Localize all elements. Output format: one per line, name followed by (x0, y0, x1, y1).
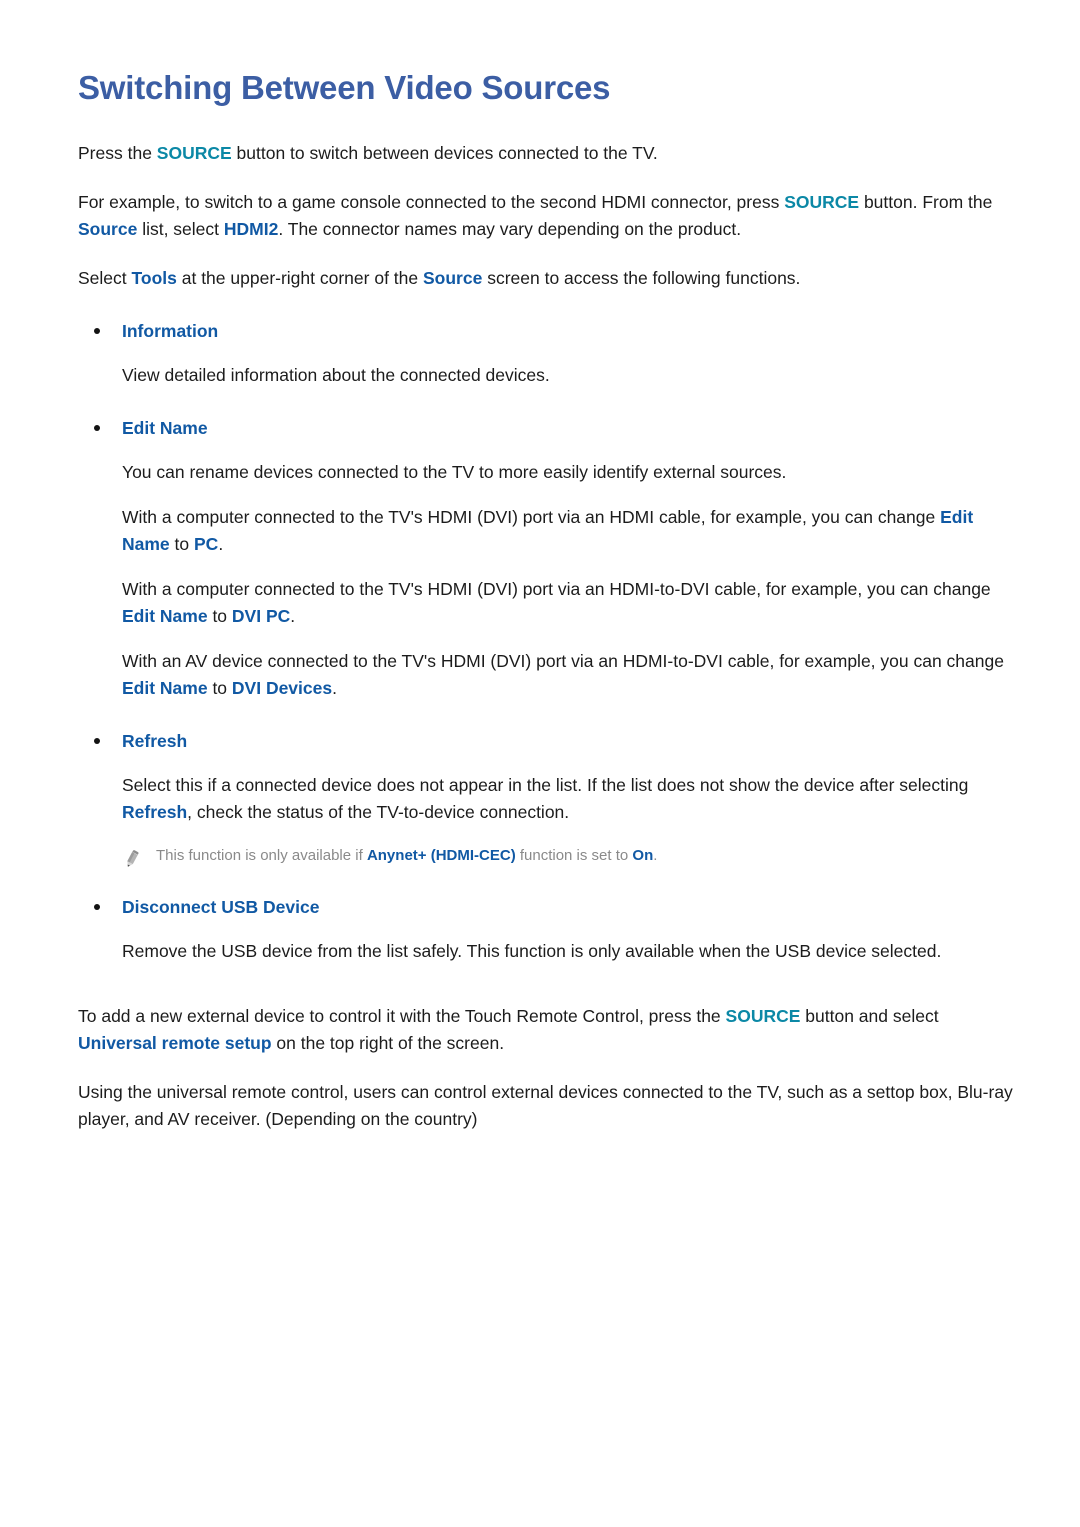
intro-paragraph-3: Select Tools at the upper-right corner o… (78, 243, 1018, 292)
bullet-heading-label: Refresh (122, 731, 188, 751)
edit-name-4-b: to (207, 678, 232, 698)
term-source: SOURCE (156, 143, 232, 163)
list-item: Edit Name You can rename devices connect… (78, 389, 1018, 702)
note-text: This function is only available if Anyne… (156, 847, 657, 864)
term-on: On (632, 847, 654, 864)
term-anynet: Anynet+ (HDMI-CEC) (366, 847, 516, 864)
term-dvi-pc: DVI PC (231, 606, 291, 626)
term-tools: Tools (131, 268, 177, 288)
intro-paragraph-1: Press the SOURCE button to switch betwee… (78, 110, 1018, 167)
refresh-a: Select this if a connected device does n… (122, 775, 969, 795)
term-source: SOURCE (784, 192, 860, 212)
term-edit-name: Edit Name (122, 678, 208, 698)
intro-p2-text-c: list, select (137, 219, 224, 239)
term-source-screen: Source (423, 268, 483, 288)
function-list: Information View detailed information ab… (78, 292, 1018, 965)
note-refresh: This function is only available if Anyne… (78, 826, 1018, 868)
intro-p3-text-b: at the upper-right corner of the (176, 268, 423, 288)
bullet-heading-label: Edit Name (122, 418, 208, 438)
edit-name-2-c: . (218, 534, 224, 554)
note-b: function is set to (515, 847, 633, 864)
bullet-body-edit-name-4: With an AV device connected to the TV's … (78, 630, 1018, 702)
bullet-dot-icon (94, 328, 100, 334)
term-edit-name: Edit Name (122, 606, 208, 626)
list-item: Refresh Select this if a connected devic… (78, 702, 1018, 868)
term-source-list: Source (78, 219, 138, 239)
intro-p1-text-b: button to switch between devices connect… (231, 143, 658, 163)
edit-name-4-a: With an AV device connected to the TV's … (122, 651, 1004, 671)
outro-p1-c: on the top right of the screen. (271, 1033, 505, 1053)
outro-p1-a: To add a new external device to control … (78, 1006, 726, 1026)
edit-name-2-a: With a computer connected to the TV's HD… (122, 507, 941, 527)
intro-paragraph-2: For example, to switch to a game console… (78, 167, 1018, 243)
page-title: Switching Between Video Sources (78, 69, 611, 106)
term-dvi-devices: DVI Devices (231, 678, 333, 698)
intro-p3-text-a: Select (78, 268, 132, 288)
bullet-dot-icon (94, 738, 100, 744)
bullet-heading-disconnect-usb-device: Disconnect USB Device (78, 868, 1018, 920)
pencil-icon (120, 848, 142, 870)
edit-name-3-a: With a computer connected to the TV's HD… (122, 579, 991, 599)
note-c: . (653, 847, 658, 864)
outro-p1-b: button and select (800, 1006, 939, 1026)
bullet-body-edit-name-3: With a computer connected to the TV's HD… (78, 558, 1018, 630)
bullet-body-refresh: Select this if a connected device does n… (78, 754, 1018, 826)
bullet-dot-icon (94, 904, 100, 910)
term-hdmi2: HDMI2 (223, 219, 279, 239)
list-item: Disconnect USB Device Remove the USB dev… (78, 868, 1018, 965)
bullet-heading-edit-name: Edit Name (78, 389, 1018, 441)
intro-p2-text-b: button. From the (859, 192, 993, 212)
edit-name-3-b: to (207, 606, 232, 626)
bullet-body-edit-name-2: With a computer connected to the TV's HD… (78, 486, 1018, 558)
term-pc: PC (194, 534, 219, 554)
bullet-dot-icon (94, 425, 100, 431)
outro-paragraph-1: To add a new external device to control … (78, 981, 1018, 1057)
intro-p1-text-a: Press the (78, 143, 157, 163)
bullet-heading-label: Disconnect USB Device (122, 897, 320, 917)
refresh-b: , check the status of the TV-to-device c… (187, 802, 570, 822)
bullet-body-edit-name-1: You can rename devices connected to the … (122, 462, 787, 482)
intro-p2-text-a: For example, to switch to a game console… (78, 192, 785, 212)
intro-p3-text-c: screen to access the following functions… (482, 268, 801, 288)
note-a: This function is only available if (156, 847, 367, 864)
edit-name-4-c: . (332, 678, 337, 698)
bullet-heading-refresh: Refresh (78, 702, 1018, 754)
list-item: Information View detailed information ab… (78, 292, 1018, 389)
term-universal-remote-setup: Universal remote setup (78, 1033, 272, 1053)
term-refresh: Refresh (122, 802, 188, 822)
bullet-body-information: View detailed information about the conn… (122, 365, 550, 385)
intro-p2-text-d: . The connector names may vary depending… (278, 219, 742, 239)
bullet-body-disconnect-usb-device: Remove the USB device from the list safe… (122, 941, 942, 961)
outro-paragraph-2: Using the universal remote control, user… (78, 1082, 1013, 1129)
edit-name-3-c: . (290, 606, 296, 626)
document-page: Switching Between Video Sources Press th… (0, 0, 1080, 1527)
term-source: SOURCE (725, 1006, 801, 1026)
edit-name-2-b: to (169, 534, 194, 554)
bullet-heading-label: Information (122, 321, 219, 341)
bullet-heading-information: Information (78, 292, 1018, 344)
